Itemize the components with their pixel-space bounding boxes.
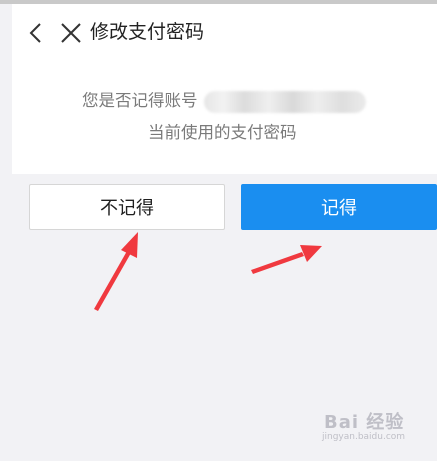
question-text: 您是否记得账号 <box>82 91 198 110</box>
question-line: 您是否记得账号 <box>82 90 392 113</box>
page-title: 修改支付密码 <box>90 21 205 43</box>
masked-account <box>203 90 366 113</box>
watermark: Bai 经验 jingyan.baidu.com <box>318 408 418 452</box>
close-icon <box>61 23 81 43</box>
close-button[interactable] <box>60 22 82 44</box>
watermark-url: jingyan.baidu.com <box>322 432 406 442</box>
arrow-to-not-remember <box>94 232 138 311</box>
watermark-logo: Bai 经验 <box>324 412 405 433</box>
chevron-left-icon <box>29 23 41 43</box>
arrow-to-remember <box>251 245 322 274</box>
question-subline: 当前使用的支付密码 <box>148 123 297 142</box>
remember-button[interactable]: 记得 <box>241 184 437 230</box>
not-remember-button[interactable]: 不记得 <box>29 184 225 230</box>
dialog-panel: 修改支付密码 您是否记得账号 当前使用的支付密码 <box>12 4 437 174</box>
header-bar: 修改支付密码 <box>12 4 437 60</box>
back-button[interactable] <box>26 22 46 44</box>
